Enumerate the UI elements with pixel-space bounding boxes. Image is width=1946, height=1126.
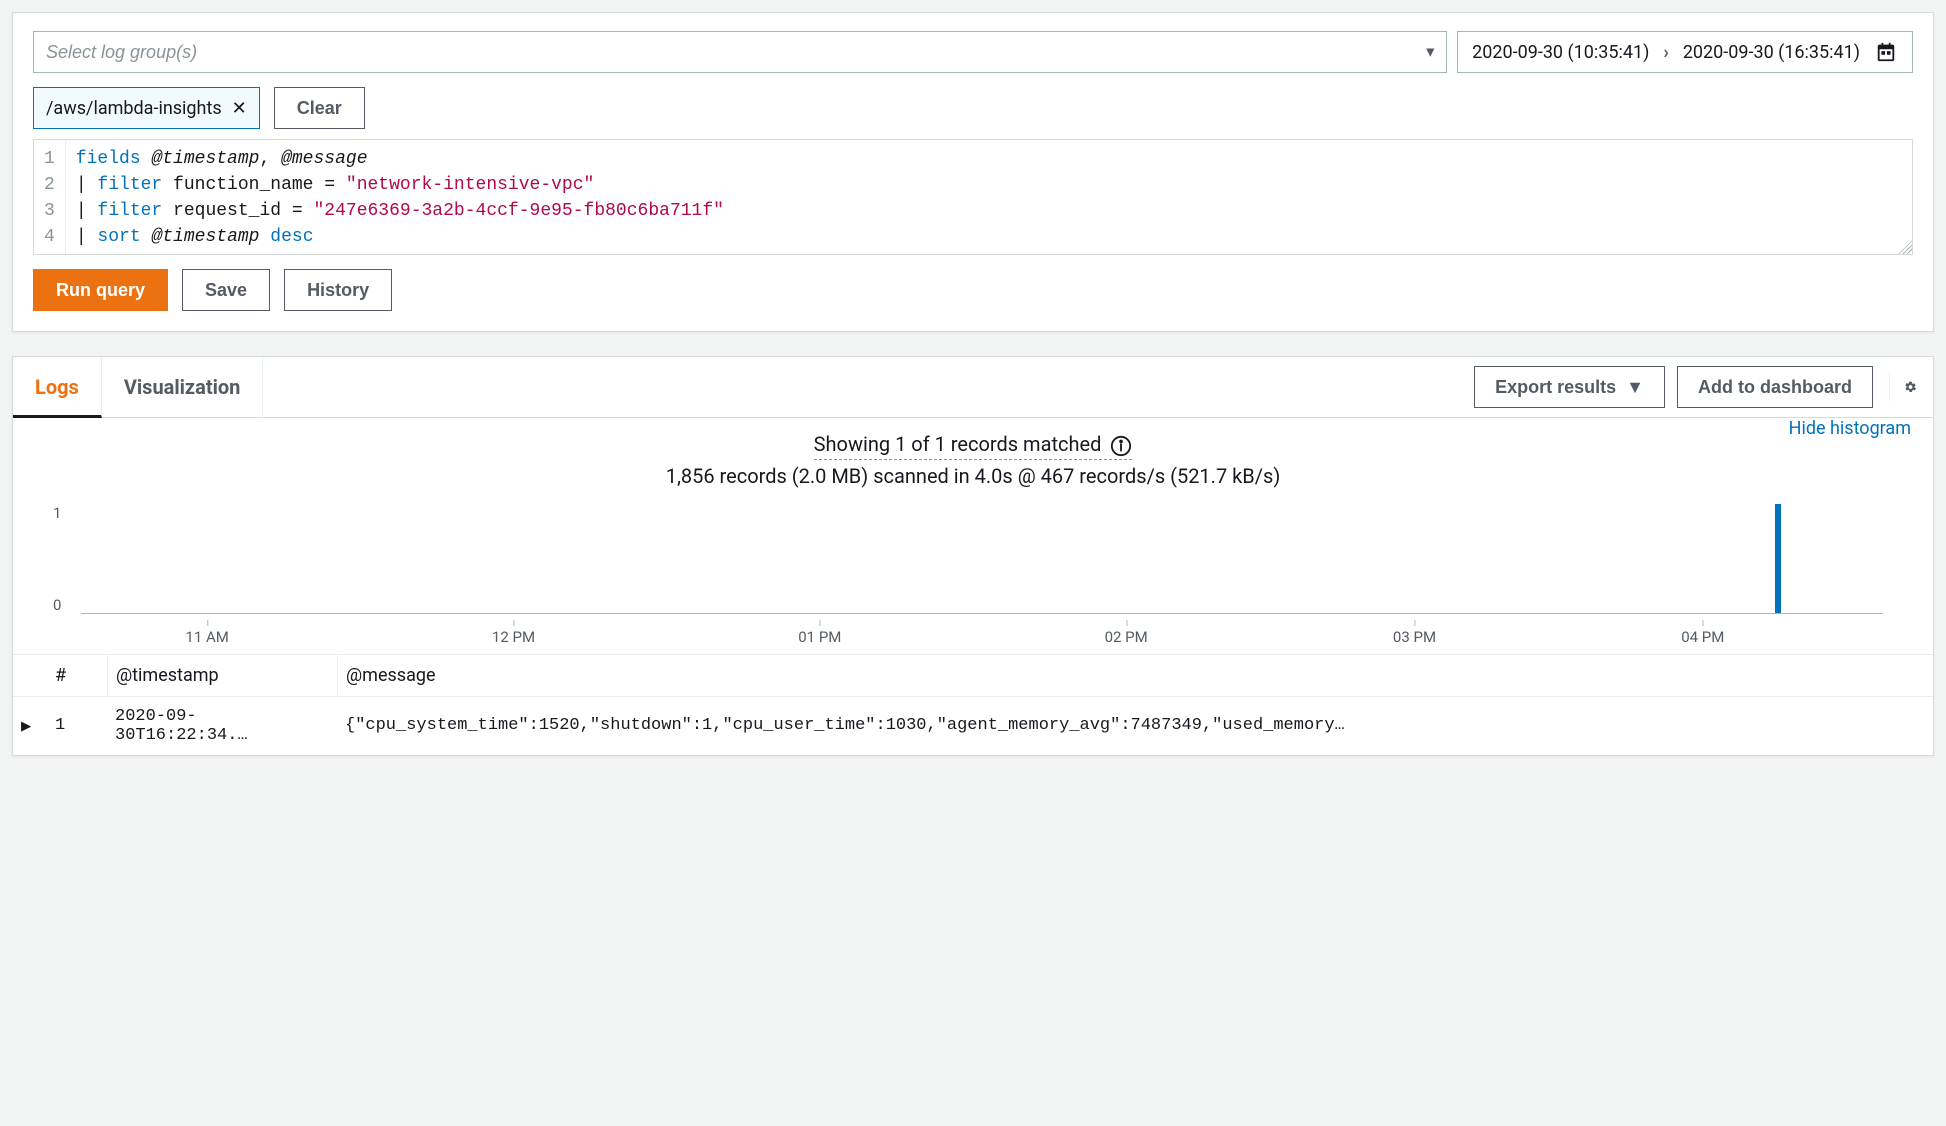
query-actions: Run query Save History	[33, 269, 1913, 311]
log-group-tag: /aws/lambda-insights ✕	[33, 87, 260, 129]
export-results-button[interactable]: Export results ▼	[1474, 366, 1665, 408]
info-icon[interactable]	[1110, 435, 1132, 457]
row-index: 1	[47, 706, 107, 745]
query-editor[interactable]: 1 2 3 4 fields @timestamp, @message | fi…	[33, 139, 1913, 255]
line-number: 4	[44, 224, 55, 250]
table-header: # @timestamp @message	[13, 654, 1933, 697]
results-table: # @timestamp @message ▶ 1 2020-09-30T16:…	[13, 654, 1933, 755]
summary-matched: Showing 1 of 1 records matched	[814, 432, 1102, 456]
line-number: 2	[44, 172, 55, 198]
run-query-button[interactable]: Run query	[33, 269, 168, 311]
selected-tags-row: /aws/lambda-insights ✕ Clear	[33, 87, 1913, 129]
results-actions: Export results ▼ Add to dashboard	[1474, 366, 1917, 408]
col-timestamp: @timestamp	[107, 655, 337, 696]
y-tick: 1	[53, 504, 61, 522]
results-summary: Showing 1 of 1 records matched 1,856 rec…	[13, 418, 1933, 494]
col-message: @message	[337, 655, 1933, 696]
row-message: {"cpu_system_time":1520,"shutdown":1,"cp…	[337, 706, 1933, 745]
log-group-select[interactable]: ▼	[33, 31, 1447, 73]
calendar-icon	[1874, 40, 1898, 64]
line-number: 1	[44, 146, 55, 172]
tab-visualization[interactable]: Visualization	[102, 357, 264, 418]
hide-histogram-link[interactable]: Hide histogram	[1789, 418, 1911, 439]
results-tabs-bar: Logs Visualization Export results ▼ Add …	[13, 357, 1933, 418]
add-to-dashboard-button[interactable]: Add to dashboard	[1677, 366, 1873, 408]
x-tick: 03 PM	[1393, 628, 1436, 646]
chevron-down-icon: ▼	[1626, 377, 1644, 398]
line-number: 3	[44, 198, 55, 224]
query-topbar: ▼ 2020-09-30 (10:35:41) › 2020-09-30 (16…	[33, 31, 1913, 73]
y-axis: 1 0	[53, 504, 61, 614]
editor-gutter: 1 2 3 4	[34, 140, 66, 254]
history-button[interactable]: History	[284, 269, 392, 311]
save-button[interactable]: Save	[182, 269, 270, 311]
summary-scanned: 1,856 records (2.0 MB) scanned in 4.0s @…	[13, 464, 1933, 488]
summary-wrap: Hide histogram Showing 1 of 1 records ma…	[13, 418, 1933, 494]
table-row[interactable]: ▶ 1 2020-09-30T16:22:34.… {"cpu_system_t…	[13, 697, 1933, 755]
editor-code[interactable]: fields @timestamp, @message | filter fun…	[66, 140, 1912, 254]
log-group-tag-label: /aws/lambda-insights	[46, 98, 222, 119]
date-from: 2020-09-30 (10:35:41)	[1472, 42, 1649, 63]
date-to: 2020-09-30 (16:35:41)	[1683, 42, 1860, 63]
x-tick: 11 AM	[185, 628, 228, 646]
x-tick: 02 PM	[1105, 628, 1148, 646]
tab-logs[interactable]: Logs	[13, 357, 102, 418]
clear-button[interactable]: Clear	[274, 87, 365, 129]
y-tick: 0	[53, 596, 61, 614]
col-index: #	[47, 655, 107, 696]
results-tabs: Logs Visualization	[13, 357, 263, 417]
expand-row-icon[interactable]: ▶	[21, 716, 31, 737]
x-tick: 04 PM	[1681, 628, 1724, 646]
date-range-picker[interactable]: 2020-09-30 (10:35:41) › 2020-09-30 (16:3…	[1457, 31, 1913, 73]
histogram-plot	[81, 504, 1883, 614]
results-panel: Logs Visualization Export results ▼ Add …	[12, 356, 1934, 756]
histogram-chart: 1 0 11 AM 12 PM 01 PM 02 PM 03 PM 04 PM	[13, 494, 1933, 644]
resize-handle[interactable]	[1898, 240, 1912, 254]
x-tick: 01 PM	[798, 628, 841, 646]
settings-gear-icon[interactable]	[1889, 373, 1917, 401]
x-tick: 12 PM	[492, 628, 535, 646]
log-group-input[interactable]	[33, 31, 1447, 73]
arrow-right-icon: ›	[1663, 42, 1668, 63]
histogram-bar	[1775, 504, 1781, 613]
query-panel: ▼ 2020-09-30 (10:35:41) › 2020-09-30 (16…	[12, 12, 1934, 332]
row-timestamp: 2020-09-30T16:22:34.…	[107, 697, 337, 755]
remove-tag-icon[interactable]: ✕	[232, 98, 247, 119]
